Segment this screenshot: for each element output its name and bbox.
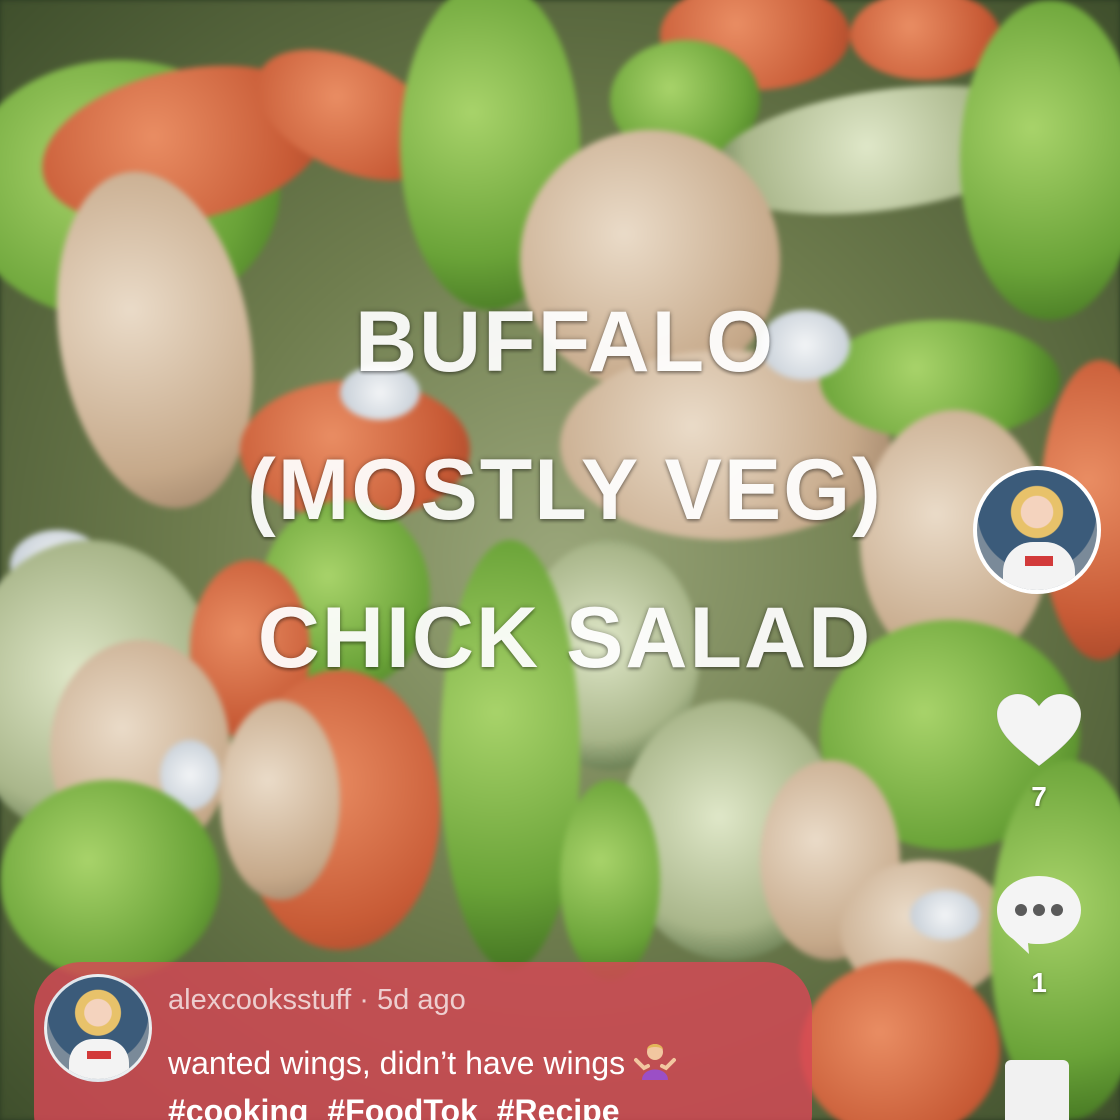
video-title-overlay: BUFFALO (MOSTLY VEG) CHICK SALAD: [100, 268, 1030, 712]
comment-bubble-icon: [997, 876, 1081, 954]
time-ago: 5d ago: [377, 984, 466, 1016]
like-button[interactable]: 7: [991, 690, 1087, 813]
title-line-2: (MOSTLY VEG): [247, 442, 883, 538]
caption-avatar[interactable]: [44, 974, 152, 1082]
title-line-1: BUFFALO: [354, 294, 776, 390]
bookmark-icon[interactable]: [1005, 1060, 1069, 1120]
avatar-image: [69, 1039, 129, 1079]
avatar-image: [1003, 542, 1075, 590]
like-count: 7: [1031, 781, 1047, 812]
person-shrugging-emoji: [634, 1040, 677, 1088]
comment-count: 1: [1031, 967, 1047, 998]
caption-username-line[interactable]: alexcooksstuff · 5d ago: [168, 984, 466, 1017]
hashtag-cooking[interactable]: #cooking: [168, 1093, 308, 1120]
caption-text: wanted wings, didn’t have wings: [168, 1045, 626, 1081]
separator: ·: [351, 984, 378, 1016]
creator-avatar[interactable]: [973, 466, 1101, 594]
video-frame[interactable]: BUFFALO (MOSTLY VEG) CHICK SALAD 7 1 ale…: [0, 0, 1120, 1120]
caption-text-line: wanted wings, didn’t have wings: [168, 1040, 677, 1088]
hashtag-foodtok[interactable]: #FoodTok: [327, 1093, 478, 1120]
comment-button[interactable]: 1: [991, 872, 1087, 999]
hashtag-recipe[interactable]: #Recipe: [497, 1093, 620, 1120]
heart-icon: [996, 693, 1082, 767]
title-line-3: CHICK SALAD: [257, 590, 873, 686]
username[interactable]: alexcooksstuff: [168, 984, 351, 1016]
hashtags: #cooking #FoodTok #Recipe: [168, 1093, 629, 1120]
